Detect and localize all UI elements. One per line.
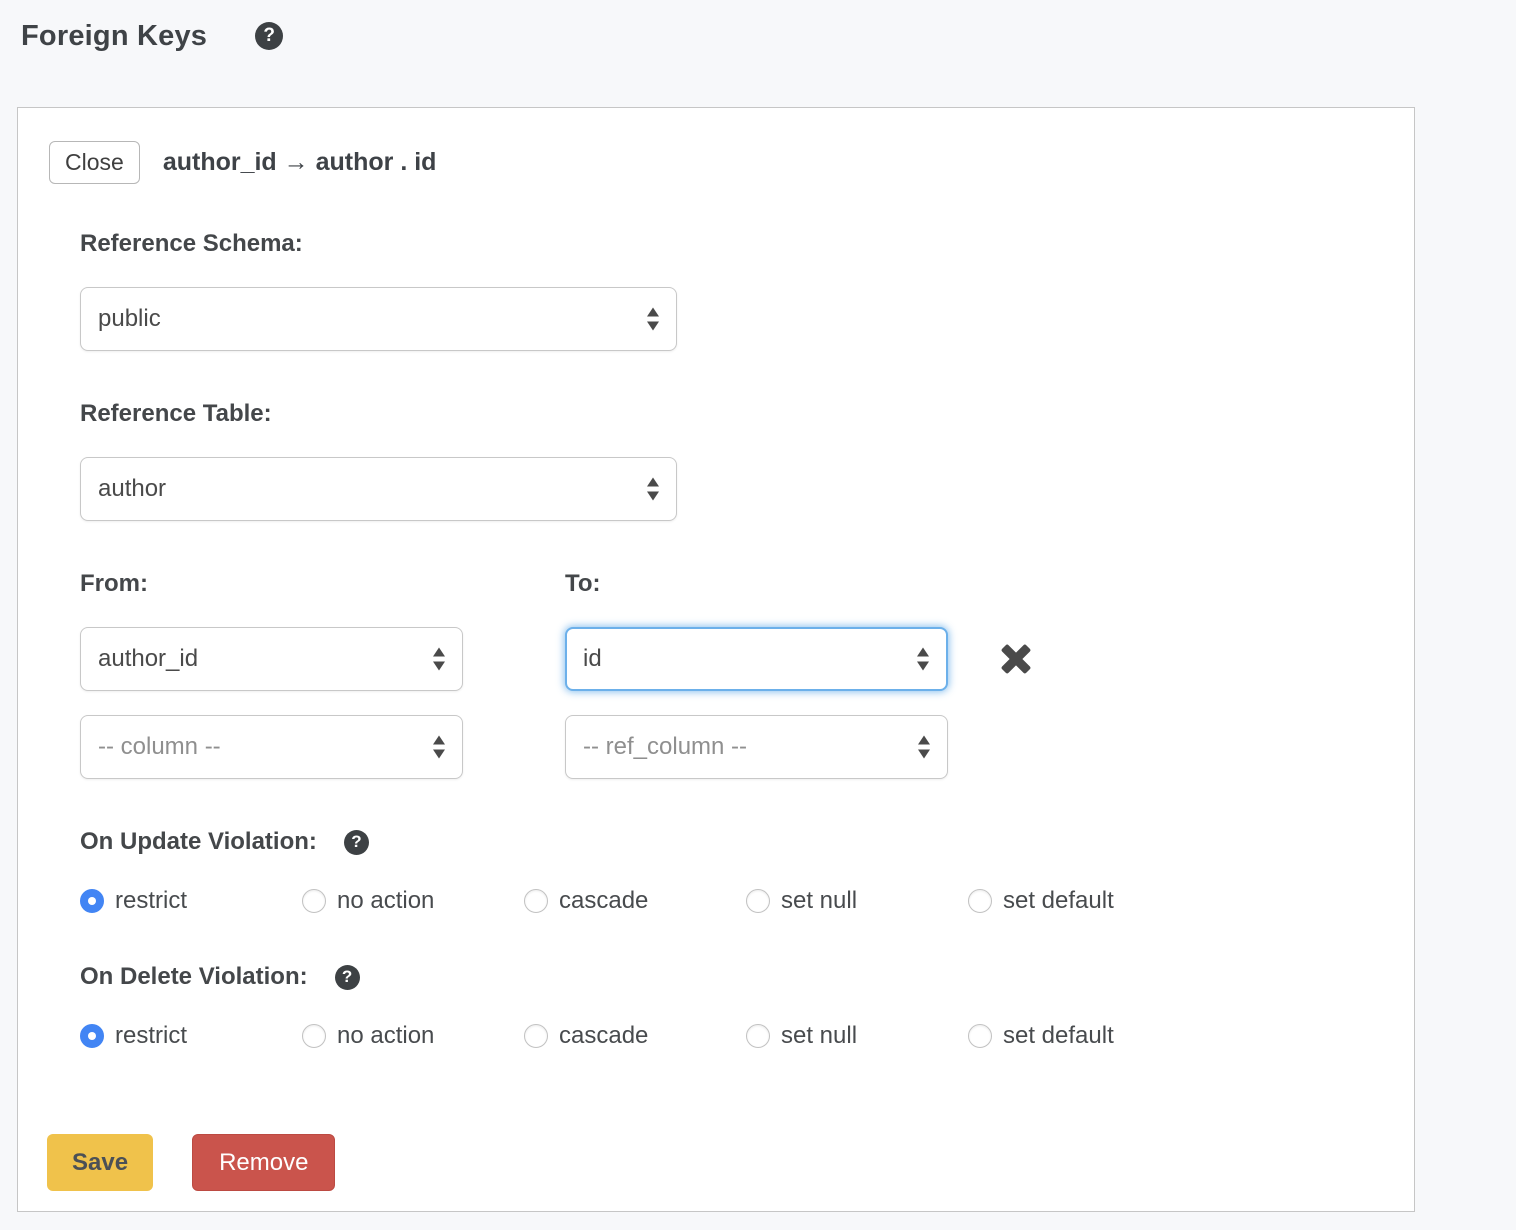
radio-button[interactable] (80, 1024, 104, 1048)
radio-label: restrict (115, 886, 187, 916)
to-label: To: (565, 570, 601, 598)
radio-label: restrict (115, 1021, 187, 1051)
on-update-violation-options: restrict no action cascade set null set … (80, 886, 1383, 916)
add-column-select[interactable]: -- column -- (80, 715, 463, 779)
reference-table-select[interactable]: author (80, 457, 677, 521)
radio-button[interactable] (80, 889, 104, 913)
on-delete-radio-set-default[interactable]: set default (968, 1021, 1114, 1051)
to-column-select[interactable]: id (565, 627, 948, 691)
from-column-value: author_id (98, 645, 198, 673)
radio-button[interactable] (524, 1024, 548, 1048)
foreign-key-editor-panel: Close author_id → author . id Reference … (17, 107, 1415, 1212)
remove-button[interactable]: Remove (192, 1134, 335, 1191)
radio-button[interactable] (968, 1024, 992, 1048)
editor-header-row: Close author_id → author . id (49, 141, 1383, 184)
page-title: Foreign Keys (21, 20, 207, 53)
radio-label: set default (1003, 1021, 1114, 1051)
save-button[interactable]: Save (47, 1134, 153, 1191)
on-delete-violation-header: On Delete Violation: ? (80, 963, 1383, 991)
select-arrows-icon (918, 736, 931, 759)
radio-button[interactable] (302, 1024, 326, 1048)
help-icon[interactable]: ? (255, 22, 283, 50)
on-update-radio-no-action[interactable]: no action (302, 886, 524, 916)
add-column-placeholder: -- column -- (98, 733, 221, 761)
reference-table-value: author (98, 475, 166, 503)
radio-button[interactable] (524, 889, 548, 913)
from-column-select[interactable]: author_id (80, 627, 463, 691)
radio-button[interactable] (968, 889, 992, 913)
column-mapping: From: To: author_id id (80, 570, 1383, 779)
on-update-violation-header: On Update Violation: ? (80, 828, 1383, 856)
remove-mapping-x-icon[interactable] (1000, 643, 1032, 675)
reference-schema-field: Reference Schema: public (80, 230, 1383, 351)
on-update-radio-set-default[interactable]: set default (968, 886, 1114, 916)
on-delete-radio-no-action[interactable]: no action (302, 1021, 524, 1051)
page-header: Foreign Keys ? (0, 0, 1516, 56)
radio-label: cascade (559, 886, 648, 916)
radio-label: no action (337, 886, 434, 916)
mapping-row-placeholder: -- column -- -- ref_column -- (80, 715, 1383, 779)
foreign-key-heading: author_id → author . id (163, 148, 437, 177)
radio-label: cascade (559, 1021, 648, 1051)
help-icon[interactable]: ? (335, 965, 360, 990)
reference-table-field: Reference Table: author (80, 400, 1383, 521)
select-arrows-icon (647, 308, 660, 331)
select-arrows-icon (433, 736, 446, 759)
radio-button[interactable] (302, 889, 326, 913)
radio-label: set default (1003, 886, 1114, 916)
close-button[interactable]: Close (49, 141, 140, 184)
reference-schema-select[interactable]: public (80, 287, 677, 351)
mapping-row-selected: author_id id (80, 627, 1383, 691)
help-icon[interactable]: ? (344, 830, 369, 855)
reference-schema-label: Reference Schema: (80, 230, 1383, 258)
select-arrows-icon (433, 648, 446, 671)
to-column-value: id (583, 645, 602, 673)
foreign-key-form: Reference Schema: public Reference Table… (80, 230, 1383, 1051)
mapping-labels: From: To: (80, 570, 1383, 598)
on-delete-radio-set-null[interactable]: set null (746, 1021, 968, 1051)
editor-actions: Save Remove (49, 1134, 1383, 1191)
on-delete-radio-cascade[interactable]: cascade (524, 1021, 746, 1051)
on-update-radio-set-null[interactable]: set null (746, 886, 968, 916)
on-update-radio-restrict[interactable]: restrict (80, 886, 302, 916)
radio-button[interactable] (746, 889, 770, 913)
from-label: From: (80, 570, 565, 598)
add-ref-column-select[interactable]: -- ref_column -- (565, 715, 948, 779)
on-delete-radio-restrict[interactable]: restrict (80, 1021, 302, 1051)
radio-label: no action (337, 1021, 434, 1051)
on-update-violation-label: On Update Violation: (80, 828, 317, 856)
on-update-radio-cascade[interactable]: cascade (524, 886, 746, 916)
select-arrows-icon (647, 478, 660, 501)
radio-label: set null (781, 1021, 857, 1051)
radio-button[interactable] (746, 1024, 770, 1048)
reference-schema-value: public (98, 305, 161, 333)
add-ref-column-placeholder: -- ref_column -- (583, 733, 747, 761)
reference-table-label: Reference Table: (80, 400, 1383, 428)
on-delete-violation-options: restrict no action cascade set null set … (80, 1021, 1383, 1051)
radio-label: set null (781, 886, 857, 916)
on-delete-violation-label: On Delete Violation: (80, 963, 308, 991)
select-arrows-icon (917, 648, 930, 671)
